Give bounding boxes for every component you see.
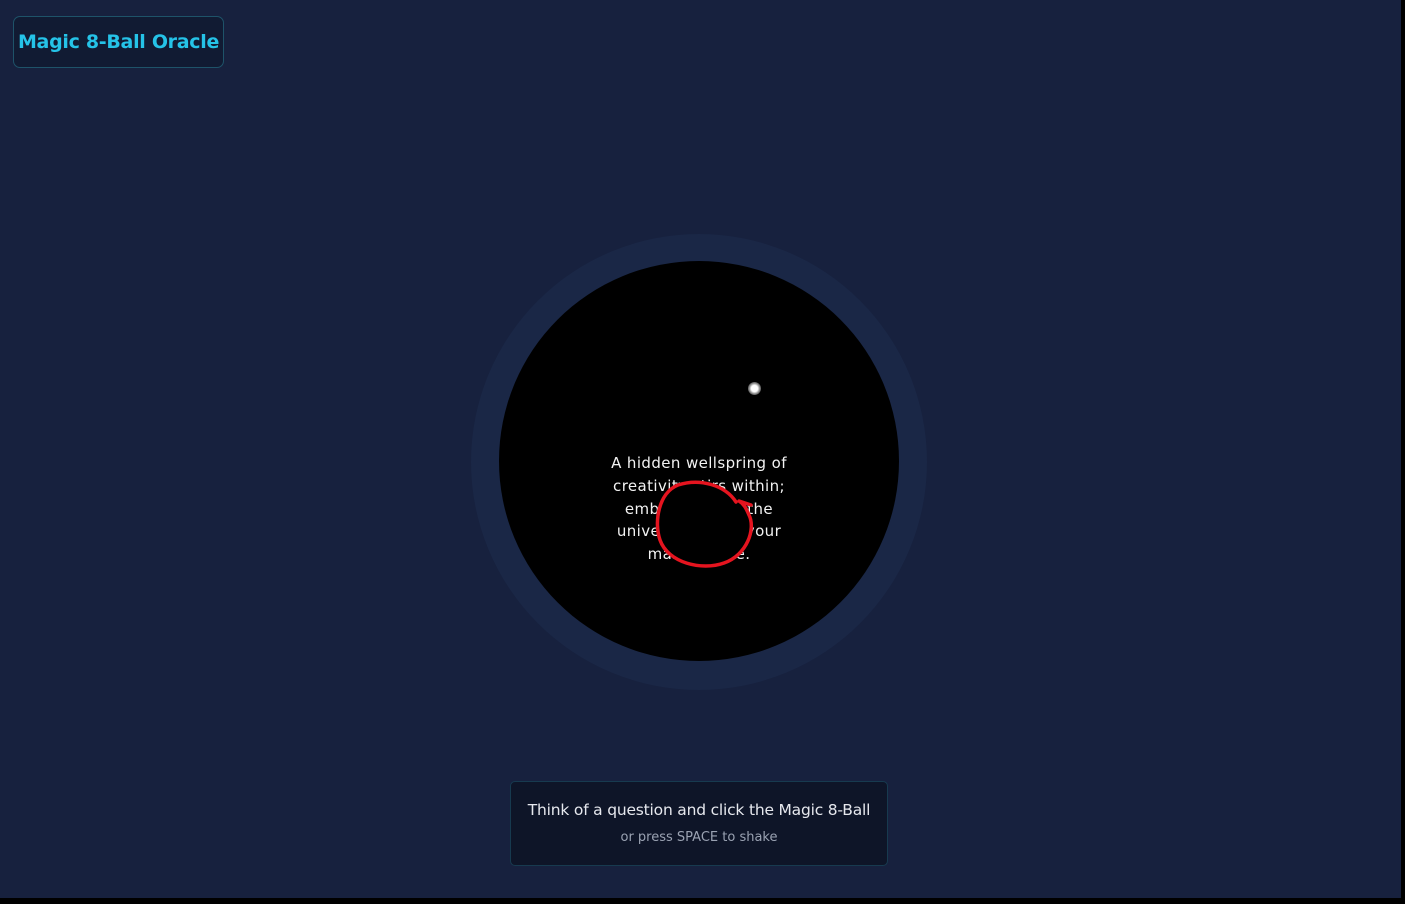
app-window: Magic 8-Ball Oracle A hidden wellspring … [0, 0, 1401, 898]
instruction-secondary: or press SPACE to shake [620, 830, 778, 845]
app-title-badge: Magic 8-Ball Oracle [13, 16, 224, 68]
answer-text: A hidden wellspring of creativity stirs … [611, 454, 787, 564]
instruction-primary: Think of a question and click the Magic … [527, 801, 871, 819]
instruction-panel: Think of a question and click the Magic … [510, 781, 888, 866]
ball-highlight [748, 382, 761, 395]
app-title: Magic 8-Ball Oracle [17, 31, 220, 53]
